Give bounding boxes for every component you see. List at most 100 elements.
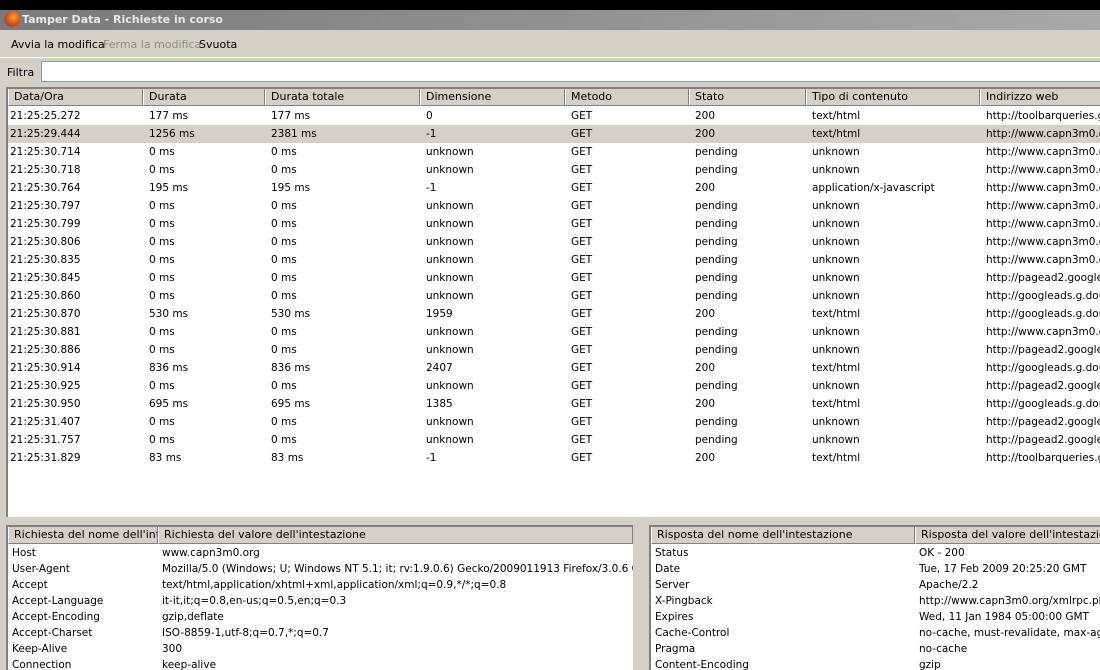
response-header-value: no-cache, must-revalidate, max-age= xyxy=(919,627,1100,639)
cell-url: http://www.capn3m0.or xyxy=(986,182,1100,194)
cell-status: pending xyxy=(695,416,738,428)
request-column-header-name[interactable]: Richiesta del nome dell'int... xyxy=(8,527,158,544)
table-row[interactable]: 21:25:30.950 695 ms 695 ms 1385 GET 200 text/h… xyxy=(8,395,1100,413)
column-header-method[interactable]: Metodo xyxy=(565,89,689,106)
table-row[interactable]: 21:25:30.764 195 ms 195 ms -1 GET 200 applicat… xyxy=(8,179,1100,197)
table-row[interactable]: 21:25:30.835 0 ms 0 ms unknown GET pending unk… xyxy=(8,251,1100,269)
cell-total-duration: 0 ms xyxy=(271,164,297,176)
response-row[interactable]: Server Apache/2.2 xyxy=(651,577,1100,593)
filter-input[interactable] xyxy=(41,61,1100,82)
cell-size: -1 xyxy=(426,452,437,464)
cell-duration: 0 ms xyxy=(149,380,175,392)
cell-method: GET xyxy=(571,344,593,356)
table-row[interactable]: 21:25:30.797 0 ms 0 ms unknown GET pending unk… xyxy=(8,197,1100,215)
request-header-name: Host xyxy=(12,547,36,559)
cell-date-time: 21:25:30.806 xyxy=(10,236,81,248)
table-row[interactable]: 21:25:30.914 836 ms 836 ms 2407 GET 200 text/h… xyxy=(8,359,1100,377)
response-column-header-name[interactable]: Risposta del nome dell'intestazione xyxy=(651,527,915,544)
response-header-name: Status xyxy=(655,547,689,559)
request-row[interactable]: Accept text/html,application/xhtml+xml,ap… xyxy=(8,577,633,593)
response-row[interactable]: Cache-Control no-cache, must-revalidate, … xyxy=(651,625,1100,641)
cell-date-time: 21:25:30.799 xyxy=(10,218,81,230)
cell-size: -1 xyxy=(426,128,437,140)
cell-content-type: text/html xyxy=(812,398,861,410)
cell-content-type: unknown xyxy=(812,272,860,284)
table-row[interactable]: 21:25:30.925 0 ms 0 ms unknown GET pending unk… xyxy=(8,377,1100,395)
request-header-value: ISO-8859-1,utf-8;q=0.7,*;q=0.7 xyxy=(162,627,329,639)
cell-total-duration: 0 ms xyxy=(271,236,297,248)
request-header-value: gzip,deflate xyxy=(162,611,224,623)
request-row[interactable]: Accept-Charset ISO-8859-1,utf-8;q=0.7,*;q… xyxy=(8,625,633,641)
table-row[interactable]: 21:25:30.845 0 ms 0 ms unknown GET pending unk… xyxy=(8,269,1100,287)
cell-total-duration: 195 ms xyxy=(271,182,311,194)
column-header-size[interactable]: Dimensione xyxy=(420,89,565,106)
cell-status: 200 xyxy=(695,182,716,194)
response-row[interactable]: Content-Encoding gzip xyxy=(651,657,1100,670)
start-tamper-button[interactable]: Avvia la modifica xyxy=(11,38,105,51)
table-row[interactable]: 21:25:30.718 0 ms 0 ms unknown GET pending unk… xyxy=(8,161,1100,179)
cell-date-time: 21:25:31.757 xyxy=(10,434,81,446)
stop-tamper-button[interactable]: Ferma la modifica xyxy=(103,38,201,51)
response-header-value: Wed, 11 Jan 1984 05:00:00 GMT xyxy=(919,611,1089,623)
cell-method: GET xyxy=(571,236,593,248)
cell-duration: 0 ms xyxy=(149,164,175,176)
response-row[interactable]: Pragma no-cache xyxy=(651,641,1100,657)
cell-content-type: unknown xyxy=(812,380,860,392)
cell-duration: 530 ms xyxy=(149,308,189,320)
title-bar[interactable]: Tamper Data - Richieste in corso xyxy=(0,0,1100,30)
cell-content-type: unknown xyxy=(812,218,860,230)
cell-url: http://www.capn3m0.or xyxy=(986,200,1100,212)
response-row[interactable]: Date Tue, 17 Feb 2009 20:25:20 GMT xyxy=(651,561,1100,577)
table-row[interactable]: 21:25:30.714 0 ms 0 ms unknown GET pending unk… xyxy=(8,143,1100,161)
cell-method: GET xyxy=(571,254,593,266)
column-header-date-time[interactable]: Data/Ora xyxy=(8,89,143,106)
table-row[interactable]: 21:25:25.272 177 ms 177 ms 0 GET 200 text/html… xyxy=(8,107,1100,125)
column-header-duration[interactable]: Durata xyxy=(143,89,265,106)
cell-status: 200 xyxy=(695,110,716,122)
response-row[interactable]: Status OK - 200 xyxy=(651,545,1100,561)
request-header-name: Keep-Alive xyxy=(12,643,68,655)
cell-url: http://toolbarqueries.go xyxy=(986,110,1100,122)
cell-total-duration: 0 ms xyxy=(271,344,297,356)
column-header-status[interactable]: Stato xyxy=(689,89,806,106)
request-row[interactable]: Keep-Alive 300 xyxy=(8,641,633,657)
table-row[interactable]: 21:25:31.407 0 ms 0 ms unknown GET pending unk… xyxy=(8,413,1100,431)
column-header-url[interactable]: Indirizzo web xyxy=(980,89,1100,106)
table-row[interactable]: 21:25:30.870 530 ms 530 ms 1959 GET 200 text/h… xyxy=(8,305,1100,323)
request-row[interactable]: User-Agent Mozilla/5.0 (Windows; U; Windo… xyxy=(8,561,633,577)
cell-content-type: unknown xyxy=(812,416,860,428)
response-column-header-value[interactable]: Risposta del valore dell'intestazione xyxy=(915,527,1100,544)
cell-size: -1 xyxy=(426,182,437,194)
cell-duration: 0 ms xyxy=(149,200,175,212)
cell-status: pending xyxy=(695,254,738,266)
cell-duration: 0 ms xyxy=(149,290,175,302)
clear-button[interactable]: Svuota xyxy=(199,38,237,51)
request-column-header-value[interactable]: Richiesta del valore dell'intestazione xyxy=(158,527,633,544)
response-row[interactable]: X-Pingback http://www.capn3m0.org/xmlrpc.… xyxy=(651,593,1100,609)
column-header-content-type[interactable]: Tipo di contenuto xyxy=(806,89,980,106)
filter-label: Filtra xyxy=(7,66,35,79)
table-row[interactable]: 21:25:30.806 0 ms 0 ms unknown GET pending unk… xyxy=(8,233,1100,251)
request-row[interactable]: Accept-Encoding gzip,deflate xyxy=(8,609,633,625)
table-row[interactable]: 21:25:30.886 0 ms 0 ms unknown GET pending unk… xyxy=(8,341,1100,359)
request-row[interactable]: Connection keep-alive xyxy=(8,657,633,670)
table-row[interactable]: 21:25:29.444 1256 ms 2381 ms -1 GET 200 text/h… xyxy=(8,125,1100,143)
cell-duration: 0 ms xyxy=(149,344,175,356)
table-row[interactable]: 21:25:30.860 0 ms 0 ms unknown GET pending unk… xyxy=(8,287,1100,305)
request-row[interactable]: Host www.capn3m0.org xyxy=(8,545,633,561)
cell-total-duration: 83 ms xyxy=(271,452,304,464)
response-headers-table: Risposta del nome dell'intestazione Rispo… xyxy=(649,525,1100,670)
column-header-total-duration[interactable]: Durata totale xyxy=(265,89,420,106)
response-header-value: Tue, 17 Feb 2009 20:25:20 GMT xyxy=(919,563,1087,575)
request-row[interactable]: Accept-Language it-it,it;q=0.8,en-us;q=0.… xyxy=(8,593,633,609)
table-row[interactable]: 21:25:30.799 0 ms 0 ms unknown GET pending unk… xyxy=(8,215,1100,233)
cell-status: 200 xyxy=(695,308,716,320)
response-row[interactable]: Expires Wed, 11 Jan 1984 05:00:00 GMT xyxy=(651,609,1100,625)
vertical-splitter[interactable] xyxy=(633,525,649,670)
horizontal-splitter[interactable] xyxy=(0,517,1100,525)
table-row[interactable]: 21:25:31.757 0 ms 0 ms unknown GET pending unk… xyxy=(8,431,1100,449)
cell-method: GET xyxy=(571,200,593,212)
table-row[interactable]: 21:25:31.829 83 ms 83 ms -1 GET 200 text/html h… xyxy=(8,449,1100,467)
cell-total-duration: 695 ms xyxy=(271,398,311,410)
table-row[interactable]: 21:25:30.881 0 ms 0 ms unknown GET pending unk… xyxy=(8,323,1100,341)
